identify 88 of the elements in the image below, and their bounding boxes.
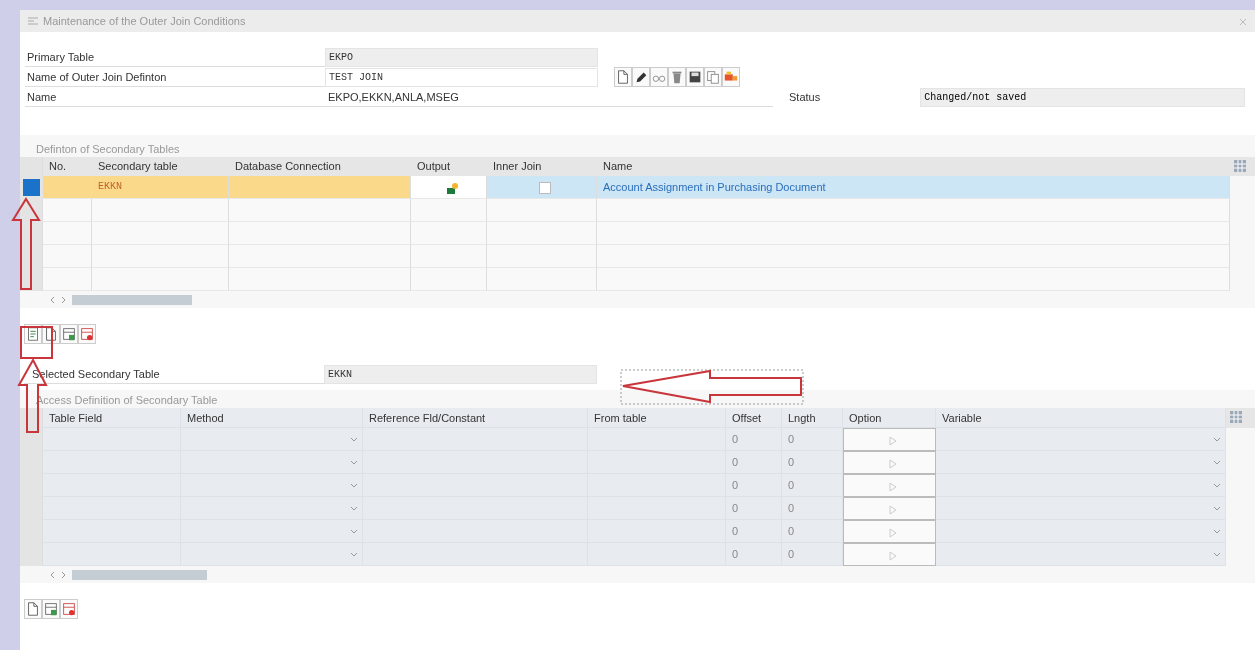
option-button[interactable] [843,497,936,520]
caret-icon [1213,482,1221,488]
arrow-icon [887,551,898,562]
option-button[interactable] [843,543,936,566]
save-icon[interactable] [686,67,704,87]
details-icon[interactable] [24,324,42,344]
table-cell [43,176,92,199]
insert-row-icon[interactable] [42,599,60,619]
caret-icon [1213,551,1221,557]
scroll-left-icon[interactable] [50,570,55,579]
checkbox[interactable] [538,182,551,195]
new-icon[interactable] [614,67,632,87]
pencil-icon[interactable] [632,67,650,87]
dropdown-field[interactable] [936,474,1226,497]
table-cell: 0 [726,497,782,520]
caret-icon [1213,505,1221,511]
table-cell [43,222,92,245]
arrow-icon [887,482,898,493]
caret-icon [1213,436,1221,442]
column-header: Option [843,408,936,428]
column-header: Offset [726,408,782,428]
scroll-right-icon[interactable] [61,570,66,579]
dropdown-field[interactable] [181,520,363,543]
column-header: From table [588,408,726,428]
table-cell: 0 [782,451,843,474]
caret-icon [350,551,358,557]
option-button[interactable] [843,428,936,451]
scrollbar-thumb[interactable] [72,569,207,580]
scroll-right-icon[interactable] [61,295,66,304]
table-cell: 0 [782,520,843,543]
caret-icon [350,459,358,465]
delete-row-icon[interactable] [60,599,78,619]
column-header: Variable [936,408,1226,428]
field-label: Status [789,89,821,105]
caret-icon [350,528,358,534]
dropdown-field[interactable] [181,497,363,520]
arrow-icon [887,528,898,539]
dropdown-field[interactable] [936,451,1226,474]
option-button[interactable] [843,474,936,497]
table-cell [43,199,92,222]
status-field[interactable]: Changed/not saved [920,87,1246,107]
column-header: Lngth [782,408,843,428]
dropdown-field[interactable] [181,474,363,497]
dropdown-field[interactable] [181,451,363,474]
input-field[interactable]: TEST JOIN [325,67,598,87]
new-icon[interactable] [24,599,42,619]
input-field[interactable]: EKKN [324,364,597,384]
dropdown-field[interactable] [936,543,1226,566]
arrow-icon [887,459,898,470]
table-cell: 0 [726,543,782,566]
scroll-left-icon[interactable] [50,295,55,304]
table-cell: EKKN [92,176,229,199]
table-cell: 0 [782,543,843,566]
dropdown-field[interactable] [181,428,363,451]
dropdown-field[interactable] [936,520,1226,543]
insert-row-icon[interactable] [60,324,78,344]
caret-icon [350,505,358,511]
row-selector[interactable] [20,176,43,199]
dropdown-field[interactable] [181,543,363,566]
arrow-icon [887,505,898,516]
caret-icon [350,482,358,488]
arrow-icon [887,436,898,447]
caret-icon [350,436,358,442]
truck-icon[interactable] [722,67,740,87]
column-header: Method [181,408,363,428]
dropdown-field[interactable] [936,428,1226,451]
highlight-frame [20,326,53,359]
output-icon[interactable] [445,181,458,193]
column-header: Reference Fld/Constant [363,408,588,428]
table-cell: 0 [782,497,843,520]
section-title: Definton of Secondary Tables [35,142,181,157]
delete-row-icon[interactable] [78,324,96,344]
table-cell: 0 [726,474,782,497]
option-button[interactable] [843,451,936,474]
option-button[interactable] [843,520,936,543]
caret-icon [1213,459,1221,465]
caret-icon [1213,528,1221,534]
table-cell: 0 [726,451,782,474]
table-cell: Account Assignment in Purchasing Document [597,176,1230,199]
table-cell: 0 [726,428,782,451]
table-cell [43,245,92,268]
scrollbar-thumb[interactable] [72,294,192,305]
window-title: Maintenance of the Outer Join Conditions [43,13,246,29]
column-header: Table Field [43,408,181,428]
table-cell: 0 [782,428,843,451]
table-cell: 0 [782,474,843,497]
table-cell: 0 [726,520,782,543]
dropdown-field[interactable] [936,497,1226,520]
